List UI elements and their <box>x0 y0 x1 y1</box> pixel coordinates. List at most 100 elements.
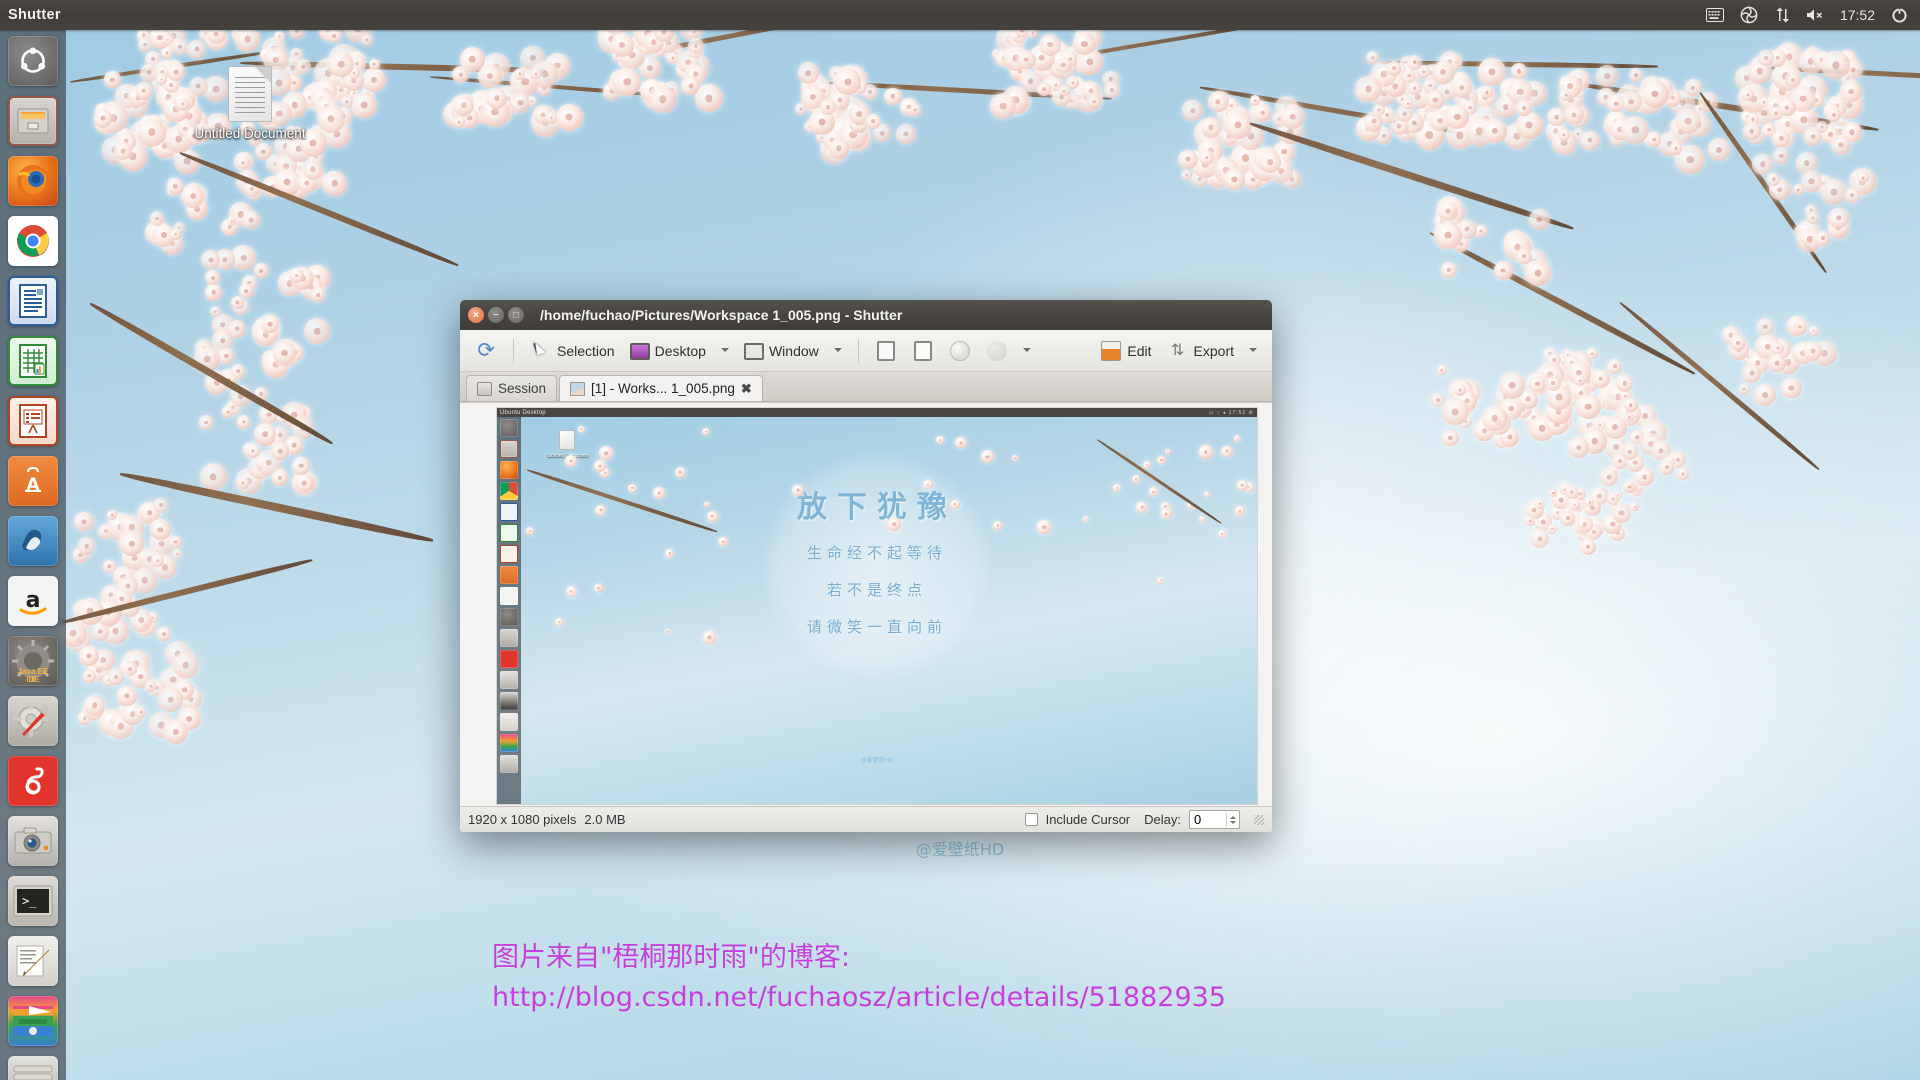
keyboard-icon[interactable] <box>1706 8 1724 22</box>
web-capture-button[interactable] <box>944 337 976 365</box>
blossom <box>177 98 189 110</box>
blossom <box>199 415 214 430</box>
stepper-up-icon[interactable] <box>1230 813 1236 819</box>
window-dropdown[interactable] <box>829 342 847 359</box>
blossom <box>648 85 676 113</box>
resize-grip[interactable] <box>1254 815 1264 825</box>
preview-area[interactable]: Ubuntu Desktop ▭ ↕ ◂ 17:52 ⚙ Untitled Do… <box>460 402 1272 806</box>
screenshot-preview[interactable]: Ubuntu Desktop ▭ ↕ ◂ 17:52 ⚙ Untitled Do… <box>496 407 1258 805</box>
launcher-item-firefox[interactable] <box>8 156 58 206</box>
blossom <box>1182 100 1202 120</box>
blossom <box>613 68 641 96</box>
network-icon[interactable] <box>1774 7 1790 23</box>
blossom <box>1364 112 1383 131</box>
window-minimize-button[interactable]: − <box>488 307 504 323</box>
redo-button[interactable]: ⟳ <box>470 337 502 365</box>
launcher-item-eclipse[interactable]: Java EE IDE <box>8 636 58 686</box>
delay-input[interactable] <box>1190 812 1226 827</box>
tab-session[interactable]: Session <box>466 375 557 401</box>
launcher-item-amazon[interactable]: a <box>8 576 58 626</box>
preview-icon-gedit <box>500 713 518 731</box>
preview-watermark: @爱壁纸HD <box>861 755 894 764</box>
blossom <box>153 498 168 513</box>
launcher-item-libreoffice-impress[interactable] <box>8 396 58 446</box>
shutter-toolbar: ⟳ Selection Desktop Window Edit ⇅ Export <box>460 330 1272 372</box>
blossom <box>167 62 186 81</box>
launcher-item-files[interactable] <box>8 96 58 146</box>
launcher-item-trash[interactable] <box>8 1056 58 1080</box>
menu-capture-icon <box>877 341 895 361</box>
desktop-button[interactable]: Desktop <box>625 338 711 363</box>
blossom <box>246 444 260 458</box>
tab-bar: Session [1] - Works... 1_005.png ✖ <box>460 372 1272 402</box>
stepper-down-icon[interactable] <box>1230 821 1236 827</box>
blossom <box>1612 503 1632 523</box>
launcher-item-terminal[interactable]: >_ <box>8 876 58 926</box>
desktop-dropdown[interactable] <box>716 342 734 359</box>
blossom <box>361 34 373 46</box>
blossom <box>1178 150 1197 169</box>
preview-blossom <box>594 584 603 593</box>
tooltip-capture-button[interactable] <box>907 337 939 365</box>
volume-muted-icon[interactable] <box>1806 8 1824 22</box>
blossom <box>1560 90 1571 101</box>
export-button[interactable]: ⇅ Export <box>1162 337 1239 365</box>
launcher-item-gedit[interactable] <box>8 936 58 986</box>
blossom <box>1670 142 1682 154</box>
menu-capture-button[interactable] <box>870 337 902 365</box>
svg-text:a: a <box>26 588 41 613</box>
globe-dropdown[interactable] <box>1018 342 1036 359</box>
delay-stepper[interactable] <box>1189 810 1240 829</box>
selection-button[interactable]: Selection <box>525 337 620 365</box>
launcher-item-system-settings[interactable] <box>8 696 58 746</box>
clock[interactable]: 17:52 <box>1840 7 1875 23</box>
window-titlebar[interactable]: × − □ /home/fuchao/Pictures/Workspace 1_… <box>460 300 1272 330</box>
blossom <box>1560 511 1575 526</box>
launcher-item-shutter[interactable] <box>8 816 58 866</box>
session-gear-icon[interactable] <box>1891 7 1908 24</box>
blossom <box>1742 364 1761 383</box>
blossom <box>1641 80 1669 108</box>
desktop-icon-untitled-document[interactable]: Untitled Document <box>190 66 310 141</box>
blossom <box>135 707 146 718</box>
blossom <box>1630 502 1639 511</box>
preview-blossom <box>707 511 718 522</box>
preview-blossom <box>1143 461 1152 470</box>
preview-panel-tray: ▭ ↕ ◂ 17:52 ⚙ <box>1209 410 1257 416</box>
shutter-tray-icon[interactable] <box>1740 6 1758 24</box>
edit-button[interactable]: Edit <box>1095 337 1156 365</box>
launcher-item-chrome[interactable] <box>8 216 58 266</box>
blossom <box>1441 262 1458 279</box>
launcher-item-netease-music[interactable] <box>8 756 58 806</box>
launcher-item-deepin[interactable] <box>8 516 58 566</box>
tab-image[interactable]: [1] - Works... 1_005.png ✖ <box>559 375 763 401</box>
window-button[interactable]: Window <box>739 338 824 363</box>
blossom <box>1499 372 1525 398</box>
cursor-icon <box>530 340 552 362</box>
blossom <box>1815 231 1831 247</box>
panel-app-title[interactable]: Shutter <box>8 7 61 23</box>
window-maximize-button[interactable]: □ <box>508 307 524 323</box>
credit-line-2: http://blog.csdn.net/fuchaosz/article/de… <box>492 978 1226 1018</box>
blossom <box>1482 406 1508 432</box>
blossom <box>1066 76 1078 88</box>
tab-close-icon[interactable]: ✖ <box>741 381 752 397</box>
export-dropdown[interactable] <box>1244 342 1262 359</box>
delay-stepper-arrows[interactable] <box>1226 813 1239 827</box>
blossom <box>1529 209 1550 230</box>
window-close-button[interactable]: × <box>468 307 484 323</box>
blossom <box>1739 383 1750 394</box>
launcher-item-ubuntu-dash[interactable] <box>8 36 58 86</box>
preview-blossom <box>704 502 709 507</box>
include-cursor-checkbox[interactable] <box>1025 813 1038 826</box>
blossom <box>231 296 244 309</box>
launcher-item-libreoffice-calc[interactable] <box>8 336 58 386</box>
launcher-item-libreoffice-writer[interactable] <box>8 276 58 326</box>
launcher-item-workspace-switcher[interactable] <box>8 996 58 1046</box>
blossom <box>262 315 279 332</box>
shutter-window[interactable]: × − □ /home/fuchao/Pictures/Workspace 1_… <box>460 300 1272 832</box>
preview-blossom <box>555 618 563 626</box>
launcher-item-ubuntu-software[interactable]: A <box>8 456 58 506</box>
blossom <box>254 263 269 278</box>
preview-blossom <box>702 428 710 436</box>
